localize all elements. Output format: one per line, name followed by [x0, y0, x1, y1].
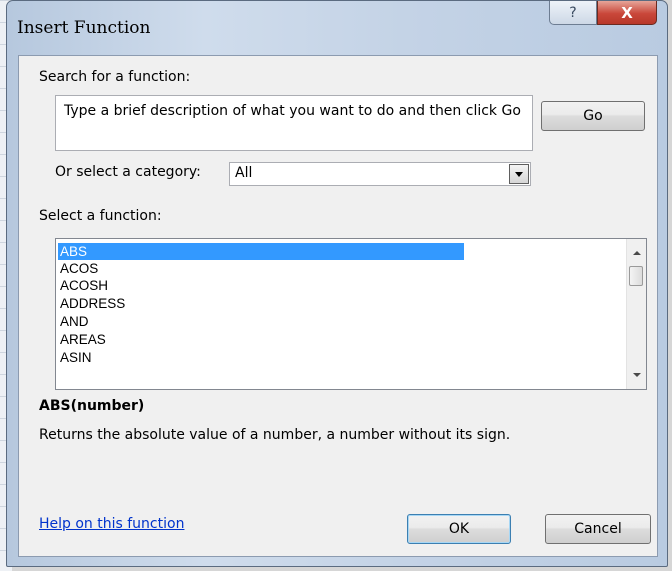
- list-item[interactable]: AREAS: [58, 331, 464, 348]
- list-item[interactable]: ABS: [58, 243, 464, 260]
- dialog-title: Insert Function: [17, 18, 151, 38]
- search-label: Search for a function:: [39, 69, 191, 85]
- list-item[interactable]: ACOSH: [58, 277, 464, 294]
- list-scrollbar[interactable]: [626, 239, 646, 389]
- cancel-button-label: Cancel: [574, 521, 622, 537]
- list-item[interactable]: AND: [58, 313, 464, 330]
- close-button[interactable]: X: [597, 1, 657, 25]
- help-on-function-link[interactable]: Help on this function: [39, 516, 184, 532]
- category-label: Or select a category:: [55, 164, 201, 180]
- category-select[interactable]: All: [229, 162, 531, 186]
- list-item[interactable]: ACOS: [58, 260, 464, 277]
- insert-function-dialog: Insert Function ? X Search for a functio…: [6, 0, 668, 567]
- help-button[interactable]: ?: [549, 1, 597, 25]
- ok-button-label: OK: [448, 521, 470, 537]
- function-list[interactable]: ABS ACOS ACOSH ADDRESS AND AREAS ASIN: [55, 238, 647, 390]
- function-syntax: ABS(number): [39, 398, 145, 414]
- category-value: All: [235, 165, 253, 181]
- dialog-body: Search for a function: Type a brief desc…: [18, 55, 658, 557]
- close-icon: X: [621, 3, 633, 22]
- function-list-label: Select a function:: [39, 208, 162, 224]
- ok-button[interactable]: OK: [407, 514, 511, 544]
- scroll-up-icon[interactable]: [633, 251, 641, 255]
- go-button-label: Go: [583, 108, 603, 124]
- function-description: Returns the absolute value of a number, …: [39, 427, 511, 443]
- scroll-down-icon[interactable]: [633, 373, 641, 377]
- chevron-down-icon[interactable]: [509, 164, 529, 184]
- scroll-thumb[interactable]: [629, 266, 643, 286]
- list-item[interactable]: ADDRESS: [58, 295, 464, 312]
- search-input[interactable]: Type a brief description of what you wan…: [55, 95, 533, 151]
- list-item[interactable]: ASIN: [58, 349, 464, 366]
- go-button[interactable]: Go: [541, 101, 645, 131]
- title-bar[interactable]: Insert Function ? X: [7, 1, 667, 55]
- question-mark-icon: ?: [569, 4, 577, 21]
- cancel-button[interactable]: Cancel: [545, 514, 651, 544]
